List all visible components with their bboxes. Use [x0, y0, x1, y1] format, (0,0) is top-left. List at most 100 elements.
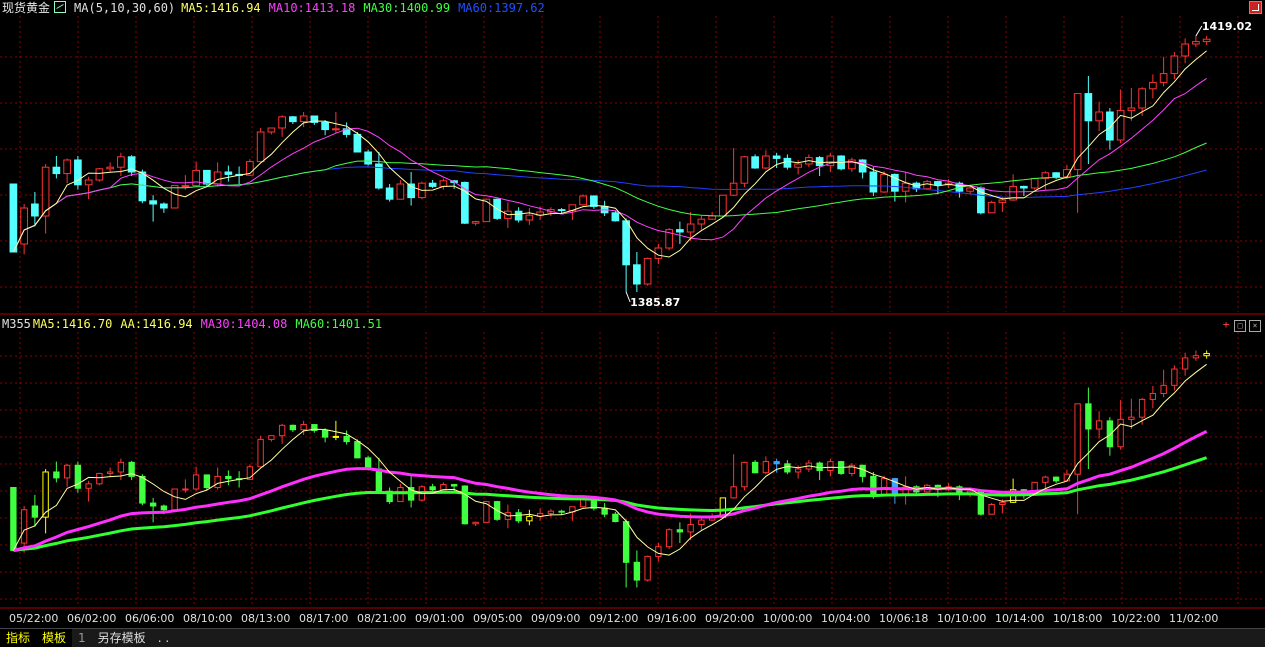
indicator-bar [139, 475, 146, 504]
indicator-bar [1138, 398, 1146, 418]
indicator-bar [1181, 357, 1189, 370]
candle-body [1106, 111, 1114, 141]
indicator-bar [751, 461, 759, 474]
indicator-bar [214, 475, 221, 489]
legend-ma10: MA10:1413.18 [268, 1, 356, 15]
indicator-bar [784, 463, 791, 473]
candle-body [557, 209, 566, 212]
indicator-bar [644, 555, 651, 581]
indicator-bar [999, 501, 1006, 506]
candle-body [643, 257, 652, 285]
tab-indicator[interactable]: 指标 [0, 629, 37, 647]
legend-aa: AA:1416.94 [120, 317, 193, 331]
candle-body [622, 220, 630, 266]
indicator-bar [1160, 384, 1167, 394]
candle-body [267, 127, 276, 133]
tab-more[interactable]: . . [152, 629, 175, 647]
ma-settings-icon[interactable] [54, 1, 67, 13]
legend-ma30: MA30:1400.99 [363, 1, 451, 15]
indicator-bar [192, 474, 200, 490]
indicator-bar [1042, 476, 1049, 483]
ma-param-label[interactable]: MA(5,10,30,60) [74, 1, 175, 15]
candle-body [987, 201, 996, 214]
legend-lower-ma30: MA30:1404.08 [200, 317, 288, 331]
x-axis-label: 10/10:00 [937, 612, 986, 625]
indicator-name[interactable]: M355 [2, 317, 31, 331]
indicator-bar [375, 468, 383, 492]
indicator-bar [730, 486, 737, 499]
candle-body [20, 207, 28, 245]
candle-body [353, 133, 362, 153]
close-button[interactable]: × [1249, 320, 1261, 332]
candle-body [1084, 93, 1093, 122]
candle-body [106, 166, 114, 170]
indicator-bar [1171, 368, 1178, 386]
indicator-bar [526, 515, 533, 522]
candle-body [1095, 111, 1103, 122]
indicator-bar [1095, 420, 1103, 430]
candle-body [299, 115, 308, 123]
indicator-bar [321, 429, 329, 438]
upper-legend: 现货黄金 MA(5,10,30,60) MA5:1416.94 MA10:1413.1… [2, 0, 553, 16]
candle-body [364, 151, 372, 165]
legend-ma60: MA60:1397.62 [458, 1, 545, 15]
candle-body [181, 185, 190, 188]
export-icon[interactable] [1249, 1, 1262, 14]
candle-body [1149, 81, 1157, 90]
candle-body [278, 116, 286, 129]
tab-template[interactable]: 模板 [36, 629, 73, 647]
indicator-bar [106, 471, 114, 474]
indicator-bar [268, 435, 275, 440]
add-indicator-button[interactable]: + [1221, 319, 1231, 330]
indicator-bar [698, 519, 705, 526]
indicator-bar [612, 513, 619, 523]
indicator-bar [160, 505, 168, 511]
lower-ma5-line [12, 363, 1207, 556]
candle-body [1170, 55, 1179, 75]
lower-ma60-line [13, 456, 1208, 552]
x-axis-label: 11/02:00 [1169, 612, 1218, 625]
ma10-line [12, 77, 1207, 253]
candle-body [396, 183, 405, 200]
indicator-bar [440, 484, 447, 491]
candle-body [869, 171, 878, 193]
indicator-bar [257, 438, 264, 468]
x-axis-label: 05/22:00 [9, 612, 58, 625]
candle-body [63, 159, 71, 175]
x-axis-label: 10/22:00 [1111, 612, 1160, 625]
indicator-bar [450, 484, 458, 487]
indicator-bar [687, 524, 694, 533]
maximize-button[interactable]: □ [1234, 320, 1246, 332]
tab-save-template[interactable]: 另存模板 [92, 629, 152, 647]
x-axis-label: 09/05:00 [473, 612, 522, 625]
candle-body [719, 194, 727, 217]
candle-body [697, 218, 706, 225]
candle-body [84, 179, 93, 186]
indicator-bar [300, 424, 307, 431]
indicator-bar [20, 509, 28, 544]
candle-body [1127, 107, 1136, 111]
candle-body [934, 181, 942, 186]
candle-body [514, 210, 523, 221]
candle-body [1181, 43, 1189, 57]
candle-body [1116, 109, 1125, 141]
legend-lower-ma5: MA5:1416.70 [32, 317, 113, 331]
indicator-bar [816, 462, 823, 471]
indicator-bar [225, 475, 232, 480]
x-axis-label: 06/06:00 [125, 612, 174, 625]
indicator-bar [859, 464, 866, 477]
candle-body [590, 195, 598, 207]
price-chart[interactable]: 1419.02 1385.87 05/22:00 06/02:00 06/06:00 08… [0, 0, 1265, 628]
candle-body [117, 156, 125, 168]
indicator-bar [332, 435, 340, 438]
indicator-bar [1149, 392, 1157, 400]
indicator-bar [171, 488, 178, 511]
candle-body [1020, 185, 1028, 189]
x-axis-label: 08/10:00 [183, 612, 232, 625]
instrument-name: 现货黄金 [2, 1, 51, 15]
candle-body [1030, 177, 1039, 189]
indicator-bar [1085, 403, 1092, 430]
candle-body [203, 169, 211, 185]
candle-body [160, 203, 168, 209]
legend-lower-ma60: MA60:1401.51 [295, 317, 383, 331]
